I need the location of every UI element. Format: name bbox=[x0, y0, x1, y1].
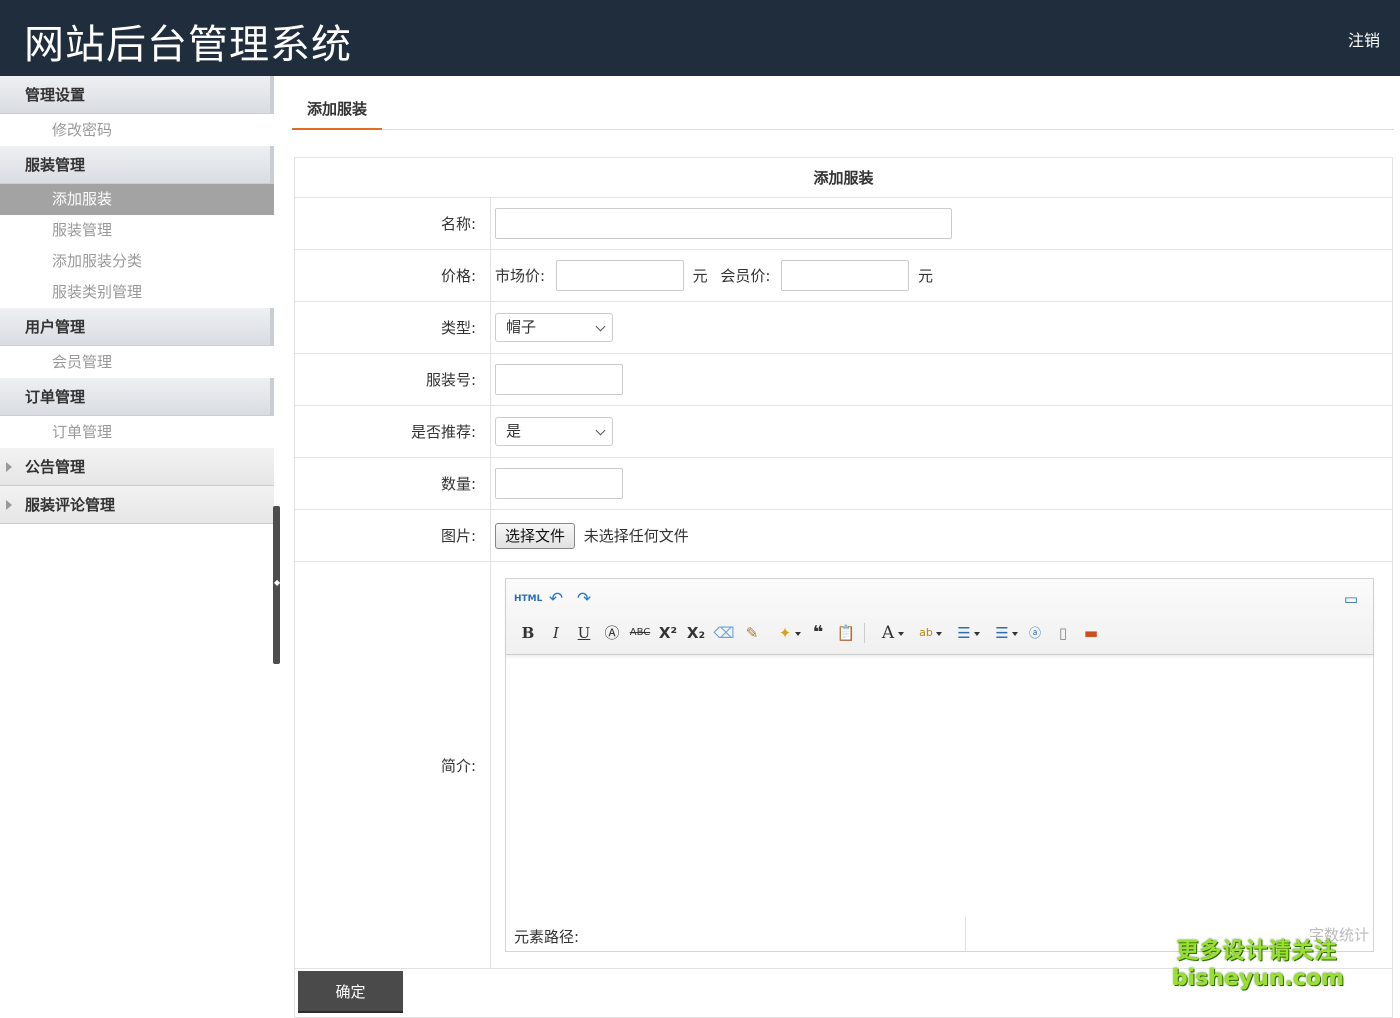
sidebar-item-member-management[interactable]: 会员管理 bbox=[0, 346, 274, 378]
tab-add-clothing[interactable]: 添加服装 bbox=[292, 98, 382, 130]
code-input[interactable] bbox=[495, 364, 623, 395]
logout-link[interactable]: 注销 bbox=[1348, 27, 1380, 51]
sidebar-item-category-management[interactable]: 服装类别管理 bbox=[0, 277, 274, 308]
subscript-icon[interactable]: X₂ bbox=[682, 621, 710, 645]
price-label: 价格: bbox=[294, 249, 491, 302]
unordered-list-icon[interactable]: ☰ bbox=[983, 621, 1021, 645]
sidebar-group-clothing[interactable]: 服装管理 bbox=[0, 146, 274, 184]
rich-text-editor: HTML ↶ ↷ ▭ B I U Ⓐ ABC X² X₂ ⌫ ✎ ✦ ❝ 📋 A… bbox=[505, 578, 1374, 952]
member-price-input[interactable] bbox=[781, 260, 910, 291]
sidebar-item-add-clothing[interactable]: 添加服装 bbox=[0, 184, 274, 215]
chevron-down-icon bbox=[595, 321, 606, 332]
blockquote-icon[interactable]: ❝ bbox=[804, 621, 832, 645]
sidebar-group-users[interactable]: 用户管理 bbox=[0, 308, 274, 346]
ordered-list-icon[interactable]: ☰ bbox=[945, 621, 983, 645]
sidebar-group-label: 公告管理 bbox=[25, 458, 86, 476]
market-price-label: 市场价: bbox=[495, 267, 546, 285]
type-label: 类型: bbox=[294, 301, 491, 354]
underline-icon[interactable]: U bbox=[570, 621, 598, 645]
html-source-icon[interactable]: HTML bbox=[514, 587, 542, 611]
submit-button[interactable]: 确定 bbox=[298, 971, 403, 1013]
form-caption: 添加服装 bbox=[294, 157, 1393, 198]
undo-icon[interactable]: ↶ bbox=[542, 587, 570, 611]
sidebar-group-reviews[interactable]: 服装评论管理 bbox=[0, 486, 274, 524]
recommend-select[interactable]: 是 bbox=[495, 417, 613, 446]
grip-icon: ◆ bbox=[274, 578, 281, 587]
expand-arrow-icon bbox=[6, 500, 12, 510]
fullscreen-icon[interactable]: ▭ bbox=[1337, 587, 1365, 611]
member-price-label: 会员价: bbox=[720, 267, 771, 285]
type-select-value: 帽子 bbox=[506, 318, 537, 336]
sidebar-group-admin-settings[interactable]: 管理设置 bbox=[0, 76, 274, 114]
recommend-select-value: 是 bbox=[506, 422, 522, 440]
recommend-label: 是否推荐: bbox=[294, 405, 491, 458]
sidebar-resize-handle[interactable]: ◆ bbox=[273, 506, 280, 664]
site-title: 网站后台管理系统 bbox=[24, 22, 352, 68]
auto-format-icon[interactable]: ✦ bbox=[766, 621, 804, 645]
editor-content-area[interactable] bbox=[506, 655, 1373, 917]
sidebar-item-change-password[interactable]: 修改密码 bbox=[0, 114, 274, 146]
code-label: 服装号: bbox=[294, 353, 491, 406]
market-price-unit: 元 bbox=[692, 267, 708, 285]
sidebar-group-orders[interactable]: 订单管理 bbox=[0, 378, 274, 416]
choose-file-button[interactable]: 选择文件 bbox=[495, 522, 576, 549]
image-label: 图片: bbox=[294, 509, 491, 562]
top-header: 网站后台管理系统 注销 bbox=[0, 0, 1400, 76]
sidebar-item-order-management[interactable]: 订单管理 bbox=[0, 416, 274, 448]
highlight-color-icon[interactable]: ab bbox=[907, 621, 945, 645]
expand-arrow-icon bbox=[6, 462, 12, 472]
anchor-icon[interactable]: ⓐ bbox=[1021, 621, 1049, 645]
paste-text-icon[interactable]: 📋 bbox=[832, 621, 860, 645]
quantity-input[interactable] bbox=[495, 468, 623, 499]
toolbar-separator bbox=[864, 623, 865, 643]
eraser-icon[interactable]: ⌫ bbox=[710, 621, 738, 645]
element-path-label: 元素路径: bbox=[514, 928, 580, 946]
page-break-icon[interactable]: ▯ bbox=[1049, 621, 1077, 645]
sidebar-group-label: 服装评论管理 bbox=[25, 496, 116, 514]
insert-image-icon[interactable]: ▬ bbox=[1077, 621, 1105, 645]
font-color-icon[interactable]: A bbox=[869, 621, 907, 645]
intro-label: 简介: bbox=[294, 561, 491, 969]
market-price-input[interactable] bbox=[555, 260, 684, 291]
main-content: 添加服装 bbox=[292, 76, 1394, 130]
watermark-line2: bisheyun.com bbox=[1172, 966, 1345, 991]
chevron-down-icon bbox=[595, 425, 606, 436]
member-price-unit: 元 bbox=[918, 267, 934, 285]
tab-bar: 添加服装 bbox=[292, 76, 1394, 130]
italic-icon[interactable]: I bbox=[542, 621, 570, 645]
add-clothing-form: 添加服装 名称: 价格: 市场价: 元 会员价: 元 类型: 帽子 服装号: 是… bbox=[294, 157, 1393, 1018]
sidebar-item-clothing-management[interactable]: 服装管理 bbox=[0, 215, 274, 246]
type-select[interactable]: 帽子 bbox=[495, 313, 613, 342]
watermark: 更多设计请关注 bisheyun.com bbox=[1172, 938, 1345, 992]
sidebar: 管理设置 修改密码 服装管理 添加服装 服装管理 添加服装分类 服装类别管理 用… bbox=[0, 76, 274, 1017]
redo-icon[interactable]: ↷ bbox=[570, 587, 598, 611]
editor-toolbar: HTML ↶ ↷ ▭ B I U Ⓐ ABC X² X₂ ⌫ ✎ ✦ ❝ 📋 A… bbox=[506, 579, 1373, 655]
footer-divider bbox=[965, 917, 966, 951]
name-label: 名称: bbox=[294, 197, 491, 250]
format-brush-icon[interactable]: ✎ bbox=[738, 621, 766, 645]
superscript-icon[interactable]: X² bbox=[654, 621, 682, 645]
font-border-icon[interactable]: Ⓐ bbox=[598, 621, 626, 645]
strikethrough-icon[interactable]: ABC bbox=[626, 621, 654, 645]
file-status: 未选择任何文件 bbox=[583, 527, 689, 545]
watermark-line1: 更多设计请关注 bbox=[1176, 939, 1338, 964]
name-input[interactable] bbox=[495, 208, 952, 239]
bold-icon[interactable]: B bbox=[514, 621, 542, 645]
sidebar-group-announcements[interactable]: 公告管理 bbox=[0, 448, 274, 486]
quantity-label: 数量: bbox=[294, 457, 491, 510]
sidebar-item-add-category[interactable]: 添加服装分类 bbox=[0, 246, 274, 277]
